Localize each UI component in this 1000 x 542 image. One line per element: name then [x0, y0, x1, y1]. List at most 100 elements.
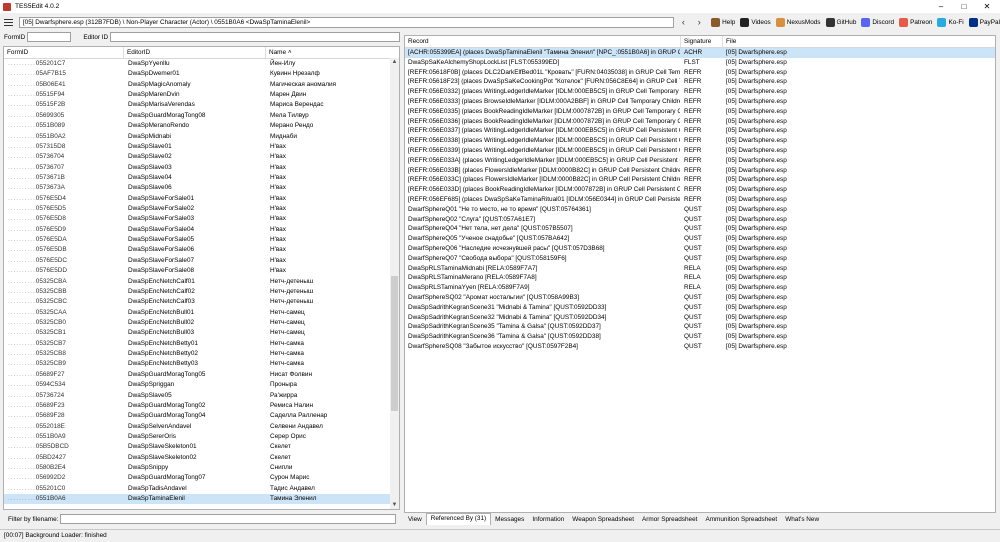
editorid-filter-input[interactable] [110, 32, 401, 42]
tree-row[interactable]: ..........0576E5DA DwaSpSlaveForSale05 Н'в… [4, 235, 390, 245]
reference-row[interactable]: [REFR:05618F23] (places DwaSpSaKeCooking… [405, 77, 995, 87]
tab-what-s-new[interactable]: What's New [781, 515, 823, 525]
reference-row[interactable]: [REFR:056E0333] (places BrowseIdleMarker… [405, 97, 995, 107]
toolbar-link-nexusmods[interactable]: NexusMods [775, 17, 821, 27]
tree-row[interactable]: ..........056992D2 DwaSpGuardMoragTong07 С… [4, 473, 390, 483]
tree-row[interactable]: ..........05325CBC DwaSpEncNetchCalf03 Нет… [4, 297, 390, 307]
col-editorid[interactable]: EditorID [124, 47, 266, 58]
toolbar-link-discord[interactable]: Discord [861, 17, 894, 27]
tree-row[interactable]: ..........05515F94 DwaSpMarenDvin Марен Дв… [4, 90, 390, 100]
toolbar-link-paypal[interactable]: PayPal [968, 17, 1000, 27]
reference-row[interactable]: DwaSpRLSTaminaMidnabi [RELA:0589F7A7] REL… [405, 264, 995, 274]
tree-row[interactable]: ..........05325CBA DwaSpEncNetchCalf01 Нет… [4, 277, 390, 287]
tree-row[interactable]: ..........05325CAA DwaSpEncNetchBull01 Нет… [4, 308, 390, 318]
tree-row[interactable]: ..........05689F27 DwaSpGuardMoragTong05 Н… [4, 370, 390, 380]
reference-row[interactable]: [REFR:056E033B] (places FlowersIdleMarke… [405, 166, 995, 176]
reference-row[interactable]: DwarfSphereQ06 "Наследие исчезнувшей рас… [405, 244, 995, 254]
tree-row[interactable]: ..........0551B089 DwaSpMeranoRendo Мерано… [4, 121, 390, 131]
reference-row[interactable]: [REFR:05618F0B] (places DLC2DarkElfBed01… [405, 68, 995, 78]
scroll-down-icon[interactable]: ▼ [390, 501, 399, 509]
tree-row[interactable]: ..........0551B0A2 DwaSpMidnabi Миднаби [4, 132, 390, 142]
tree-row[interactable]: ..........05736707 DwaSpSlave03 Н'вах [4, 163, 390, 173]
tree-row[interactable]: ..........055201C0 DwaSpTadisAndavel Тадис… [4, 484, 390, 494]
tree-row[interactable]: ..........05515F2B DwaSpMarisaVerendas Мар… [4, 100, 390, 110]
reference-row[interactable]: DwaSpSaKeAlchemyShopLockList [FLST:05539… [405, 58, 995, 68]
formid-filter-input[interactable] [27, 32, 72, 42]
tree-row[interactable]: ..........05699305 DwaSpGuardMoragTong08 М… [4, 111, 390, 121]
reference-row[interactable]: DwarfSphereQ01 "Не то место, не то время… [405, 205, 995, 215]
reference-row[interactable]: [REFR:056E0339] (places WritingLedgerIdl… [405, 146, 995, 156]
tree-scrollbar[interactable]: ▲ ▼ [390, 58, 399, 509]
back-arrow-icon[interactable]: ‹ [676, 16, 690, 28]
reference-row[interactable]: DwaSpRLSTaminaMerano [RELA:0589F7A8] RELA… [405, 273, 995, 283]
tree-row[interactable]: ..........05689F28 DwaSpGuardMoragTong04 С… [4, 411, 390, 421]
tab-information[interactable]: Information [528, 515, 568, 525]
tree-row[interactable]: ..........0576E5D9 DwaSpSlaveForSale04 Н'в… [4, 225, 390, 235]
filename-filter-input[interactable] [60, 514, 397, 524]
hamburger-menu-icon[interactable] [4, 16, 16, 28]
tree-row[interactable]: ..........0552018E DwaSpSelvenAndavel Селв… [4, 422, 390, 432]
reference-row[interactable]: DwarfSphereQ02 "Слуга" [QUST:057A61E7] QU… [405, 215, 995, 225]
reference-row[interactable]: DwaSpSadrithKegranScene32 "Midnabi & Tam… [405, 313, 995, 323]
tree-row[interactable]: ..........0576E5D8 DwaSpSlaveForSale03 Н'в… [4, 214, 390, 224]
tab-view[interactable]: View [404, 515, 426, 525]
tree-row[interactable]: ..........05736704 DwaSpSlave02 Н'вах [4, 152, 390, 162]
col-signature[interactable]: Signature [681, 36, 723, 47]
tree-row[interactable]: ..........05325CBB DwaSpEncNetchCalf02 Нет… [4, 287, 390, 297]
forward-arrow-icon[interactable]: › [692, 16, 706, 28]
toolbar-link-patreon[interactable]: Patreon [899, 17, 932, 27]
tree-row[interactable]: ..........0551B0A9 DwaSpSererOris Серер Ор… [4, 432, 390, 442]
reference-row[interactable]: [REFR:056E033A] (places WritingLedgerIdl… [405, 156, 995, 166]
tree-row[interactable]: ..........0576E5DB DwaSpSlaveForSale06 Н'в… [4, 245, 390, 255]
tree-row[interactable]: ..........05325CB1 DwaSpEncNetchBull03 Нет… [4, 328, 390, 338]
tree-row[interactable]: ..........0551B0A6 DwaSpTaminaElenil Тамин… [4, 494, 390, 505]
reference-row[interactable]: DwaSpSadrithKegranScene35 "Tamina & Gals… [405, 322, 995, 332]
toolbar-link-github[interactable]: GitHub [825, 17, 856, 27]
tab-weapon-spreadsheet[interactable]: Weapon Spreadsheet [568, 515, 638, 525]
toolbar-link-ko-fi[interactable]: Ko-Fi [937, 17, 964, 27]
reference-row[interactable]: DwarfSphereSQ02 "Аромат ностальгии" [QUS… [405, 293, 995, 303]
tree-row[interactable]: ..........05B06E41 DwaSpMagicAnomaly Магич… [4, 80, 390, 90]
toolbar-link-help[interactable]: Help [711, 17, 735, 27]
tree-row[interactable]: ..........0573673A DwaSpSlave06 Н'вах [4, 183, 390, 193]
tab-armor-spreadsheet[interactable]: Armor Spreadsheet [638, 515, 701, 525]
reference-row[interactable]: [ACHR:055399EA] (places DwaSpTaminaEleni… [405, 48, 995, 58]
tab-referenced-by-31[interactable]: Referenced By (31) [425, 513, 492, 525]
tab-messages[interactable]: Messages [491, 515, 528, 525]
reference-row[interactable]: DwarfSphereSQ08 "Забытое искусство" [QUS… [405, 342, 995, 352]
reference-row[interactable]: DwaSpRLSTaminaYyen [RELA:0589F7A9] RELA [0… [405, 283, 995, 293]
tree-row[interactable]: ..........0576E5D5 DwaSpSlaveForSale02 Н'в… [4, 204, 390, 214]
col-formid[interactable]: FormID [4, 47, 124, 58]
close-icon[interactable]: ✕ [976, 0, 998, 13]
reference-row[interactable]: DwaSpSadrithKegranScene36 "Tamina & Gals… [405, 332, 995, 342]
tree-row[interactable]: ..........05689F23 DwaSpGuardMoragTong02 Р… [4, 401, 390, 411]
minimize-icon[interactable]: – [930, 0, 952, 13]
toolbar-link-videos[interactable]: Videos [740, 17, 771, 27]
reference-row[interactable]: [REFR:056E0336] (places BookReadingIdleM… [405, 117, 995, 127]
reference-row[interactable]: DwarfSphereQ04 "Нет тела, нет дела" [QUS… [405, 224, 995, 234]
maximize-icon[interactable]: □ [953, 0, 975, 13]
reference-row[interactable]: [REFR:056E0335] (places BookReadingIdleM… [405, 107, 995, 117]
record-path-field[interactable]: [05] Dwarfsphere.esp (312B7FDB) \ Non-Pl… [18, 16, 675, 28]
col-file[interactable]: File [723, 36, 995, 47]
tab-ammunition-spreadsheet[interactable]: Ammunition Spreadsheet [701, 515, 781, 525]
scroll-up-icon[interactable]: ▲ [390, 58, 399, 66]
tree-row[interactable]: ..........05325CB8 DwaSpEncNetchBetty02 Не… [4, 349, 390, 359]
tree-scroll-thumb[interactable] [391, 276, 398, 411]
tree-row[interactable]: ..........05736724 DwaSpSlave05 Ра'жирра [4, 391, 390, 401]
tree-row[interactable]: ..........0576E5DD DwaSpSlaveForSale08 Н'в… [4, 266, 390, 276]
tree-row[interactable]: ..........0576E5DC DwaSpSlaveForSale07 Н'в… [4, 256, 390, 266]
col-record[interactable]: Record [405, 36, 681, 47]
tree-row[interactable]: ..........0576E5D4 DwaSpSlaveForSale01 Н'в… [4, 194, 390, 204]
reference-row[interactable]: DwarfSphereQ07 "Свобода выбора" [QUST:05… [405, 254, 995, 264]
tree-row[interactable]: ..........05BD2427 DwaSpSlaveSkeleton02 Ск… [4, 453, 390, 463]
tree-row[interactable]: ..........0594C534 DwaSpSpriggan Пронырa [4, 380, 390, 390]
tree-row[interactable]: ..........0573671B DwaSpSlave04 Н'вах [4, 173, 390, 183]
tree-row[interactable]: ..........05325CB7 DwaSpEncNetchBetty01 Не… [4, 339, 390, 349]
reference-row[interactable]: [REFR:056EF685] (places DwaSpSaKeTaminaR… [405, 195, 995, 205]
tree-row[interactable]: ..........05325CB9 DwaSpEncNetchBetty03 Не… [4, 359, 390, 369]
tree-row[interactable]: ..........057315D8 DwaSpSlave01 Н'вах [4, 142, 390, 152]
tree-row[interactable]: ..........05B5DBCD DwaSpSlaveSkeleton01 Ск… [4, 442, 390, 452]
reference-row[interactable]: [REFR:056E0337] (places WritingLedgerIdl… [405, 126, 995, 136]
tree-row[interactable]: ..........05AF7B15 DwaSpDwemer01 Кувинн Нр… [4, 69, 390, 79]
